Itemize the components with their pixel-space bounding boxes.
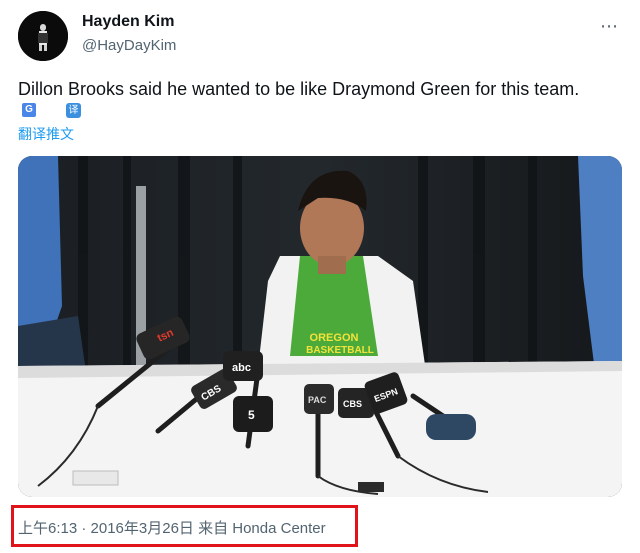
- tweet-text: Dillon Brooks said he wanted to be like …: [18, 79, 580, 99]
- author-name[interactable]: Hayden Kim: [82, 13, 174, 31]
- avatar-image: [18, 11, 68, 61]
- jersey-text-oregon: OREGON: [310, 332, 359, 344]
- mic-label-ktla: 5: [248, 408, 255, 422]
- author-handle[interactable]: @HayDayKim: [82, 37, 176, 54]
- mic-label-abc: abc: [232, 362, 251, 374]
- more-options-icon[interactable]: ⋯: [600, 16, 619, 37]
- tweet-photo[interactable]: OREGON BASKETBALL 24 tsn CBS abc 5 PAC C…: [18, 156, 622, 497]
- tweet-timestamp[interactable]: 上午6:13 · 2016年3月26日 来自 Honda Center: [18, 517, 326, 538]
- translate-icon: 译: [66, 103, 81, 118]
- mic-label-pac: PAC: [308, 395, 327, 405]
- translate-tweet-link[interactable]: 翻译推文: [18, 124, 74, 144]
- jersey-text-basketball: BASKETBALL: [306, 345, 374, 356]
- press-conference-photo: OREGON BASKETBALL 24 tsn CBS abc 5 PAC C…: [18, 156, 622, 497]
- google-translate-icon: G: [22, 103, 36, 117]
- avatar[interactable]: [18, 11, 68, 61]
- mic-label-cbs2: CBS: [343, 399, 362, 409]
